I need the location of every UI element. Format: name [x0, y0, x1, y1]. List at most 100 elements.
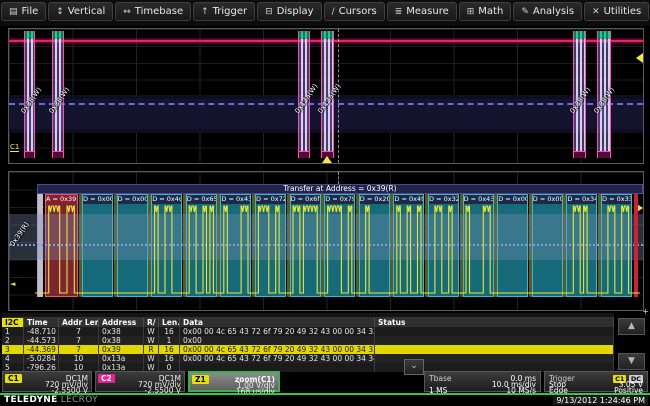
c1-zoom-trace-path [35, 206, 640, 293]
trigger-position-marker-icon[interactable] [322, 156, 332, 163]
burst-bottom-cap [574, 151, 585, 158]
table-cell: 0x39 [99, 345, 144, 354]
main-waveform-grid[interactable]: 0x38(W)0x38(W)0x13a(W)0x13a(W)0x38(W)0x3… [8, 28, 644, 164]
table-row[interactable]: 2-44.573 ...70x38W10x00 [2, 336, 614, 345]
timebase-icon: ↔ [123, 7, 131, 17]
table-scroll-down-button[interactable]: ▼ [618, 353, 645, 370]
table-cell: 0x13a [99, 354, 144, 363]
menu-bar: ▤File↕Vertical↔Timebase↑Trigger⊟Display∕… [0, 0, 650, 26]
math-icon: ⊞ [467, 7, 475, 17]
table-header-cell: R/ [144, 318, 159, 327]
menu-button-file[interactable]: ▤ File [1, 2, 46, 21]
table-header-cell: Time [24, 318, 59, 327]
table-cell: 0x38 [99, 327, 144, 336]
menu-label: Timebase [135, 6, 183, 17]
menu-button-math[interactable]: ⊞Math [459, 2, 512, 21]
menu-button-timebase[interactable]: ↔ Timebase [115, 2, 191, 21]
brand-logo: TELEDYNE LECROY [4, 395, 98, 405]
burst-top-cap [322, 31, 333, 39]
table-header-cell: Address [99, 318, 144, 327]
table-cell: -44.573 ... [24, 336, 59, 345]
table-cell [375, 336, 614, 345]
z1-descriptor-box[interactable]: Z1 zoom(C1) 1.00 V/div 168 µs/div [188, 371, 280, 392]
c1-zoom-waveform [9, 172, 643, 310]
menu-button-analysis[interactable]: ✎ Analysis [513, 2, 582, 21]
c1-descriptor-box[interactable]: C1 DC1M 720 mV/div -2.5500 V [2, 371, 92, 392]
trigger-time-dashed-line [338, 29, 339, 163]
table-cell: -44.369 ... [24, 345, 59, 354]
burst-top-cap [25, 31, 34, 39]
table-row[interactable]: 4-5.0284 ...100x13aW160x00 00 4c 65 43 7… [2, 354, 614, 363]
utilities-icon: ✕ [592, 7, 600, 17]
table-cell: 10 [59, 354, 99, 363]
c2-tag: C2 [98, 374, 115, 383]
measure-icon: ≣ [395, 7, 403, 17]
file-icon: ▤ [9, 7, 18, 17]
timebase-box[interactable]: Tbase0.0 ms 10.0 ms/div 1 MS10 MS/s [424, 371, 541, 392]
table-header-cell: I2C [2, 318, 24, 327]
menu-label: Analysis [533, 6, 574, 17]
analysis-icon: ✎ [521, 7, 529, 17]
table-cell: 0x00 00 4c 65 43 72 6f 79 20 49 32 43 00… [180, 354, 375, 363]
menu-button-utilities[interactable]: ✕ Utilities [584, 2, 649, 21]
menu-label: Utilities [604, 6, 642, 17]
display-icon: ⊟ [265, 7, 273, 17]
table-cell: 0x00 00 4c 65 43 72 6f 79 20 49 32 43 00… [180, 345, 375, 354]
table-header-cell: Status [375, 318, 614, 327]
table-cell: 0x00 [180, 336, 375, 345]
burst-top-cap [574, 31, 585, 39]
table-header-cell: Data [180, 318, 375, 327]
table-cell: 16 [159, 327, 180, 336]
table-cell: 1 [2, 327, 24, 336]
table-cell: 0x38 [99, 336, 144, 345]
table-scroll-up-button[interactable]: ▲ [618, 318, 645, 335]
vertical-icon: ↕ [56, 7, 64, 17]
menu-label: Vertical [68, 6, 105, 17]
i2c-decode-table: I2CTimeAddr Len...AddressR/Len...DataSta… [2, 313, 648, 371]
z1-tag: Z1 [192, 375, 209, 384]
datetime-display: 9/13/2012 1:24:46 PM [553, 396, 648, 405]
menu-label: File [22, 6, 39, 17]
menu-button-display[interactable]: ⊟Display [257, 2, 321, 21]
trigger-level-marker-icon[interactable] [636, 53, 643, 63]
table-row[interactable]: 3-44.369 ...70x39R160x00 00 4c 65 43 72 … [2, 345, 614, 354]
table-cell [375, 327, 614, 336]
burst-top-cap [53, 31, 63, 39]
table-cell: 2 [2, 336, 24, 345]
menu-label: Cursors [339, 6, 377, 17]
cursors-icon: ∕ [332, 7, 335, 17]
menu-button-measure[interactable]: ≣Measure [387, 2, 457, 21]
c1-baseline-marker[interactable]: C1 [10, 143, 19, 152]
table-cell: 16 [159, 345, 180, 354]
table-cell: 0x00 00 4c 65 43 72 6f 79 20 49 32 43 00… [180, 327, 375, 336]
table-header-row: I2CTimeAddr Len...AddressR/Len...DataSta… [2, 318, 614, 327]
table-cell [375, 345, 614, 354]
burst-bottom-cap [598, 151, 610, 158]
table-minimize-button[interactable]: ⌄ [404, 359, 424, 375]
menu-button-cursors[interactable]: ∕ Cursors [324, 2, 385, 21]
table-cell: W [144, 354, 159, 363]
table-cell: 7 [59, 336, 99, 345]
menu-label: Math [478, 6, 503, 17]
table-cell: 16 [159, 354, 180, 363]
c2-descriptor-box[interactable]: C2 DC1M 720 mV/div -2.5500 V [95, 371, 185, 392]
table-header-cell: Addr Len... [59, 318, 99, 327]
trigger-box[interactable]: Trigger C1 DC Stop3.05 V EdgePositive [544, 371, 648, 392]
menu-label: Measure [406, 6, 449, 17]
table-cell: W [144, 336, 159, 345]
burst-bottom-cap [53, 151, 63, 158]
burst-bottom-cap [299, 151, 309, 158]
table-cell: 3 [2, 345, 24, 354]
table-cell: 1 [159, 336, 180, 345]
table-cell: 7 [59, 327, 99, 336]
trigger-icon: ↑ [201, 7, 209, 17]
burst-bottom-cap [25, 151, 34, 158]
table-cell: R [144, 345, 159, 354]
menu-button-vertical[interactable]: ↕ Vertical [48, 2, 113, 21]
menu-button-trigger[interactable]: ↑ Trigger [193, 2, 255, 21]
table-row[interactable]: 1-48.710 ...70x38W160x00 00 4c 65 43 72 … [2, 327, 614, 336]
menu-label: Trigger [213, 6, 248, 17]
c1-tag: C1 [5, 374, 22, 383]
zoom-waveform-grid[interactable]: Transfer at Address = 0x39(R) A = 0x39..… [8, 171, 644, 311]
table-cell: -48.710 ... [24, 327, 59, 336]
